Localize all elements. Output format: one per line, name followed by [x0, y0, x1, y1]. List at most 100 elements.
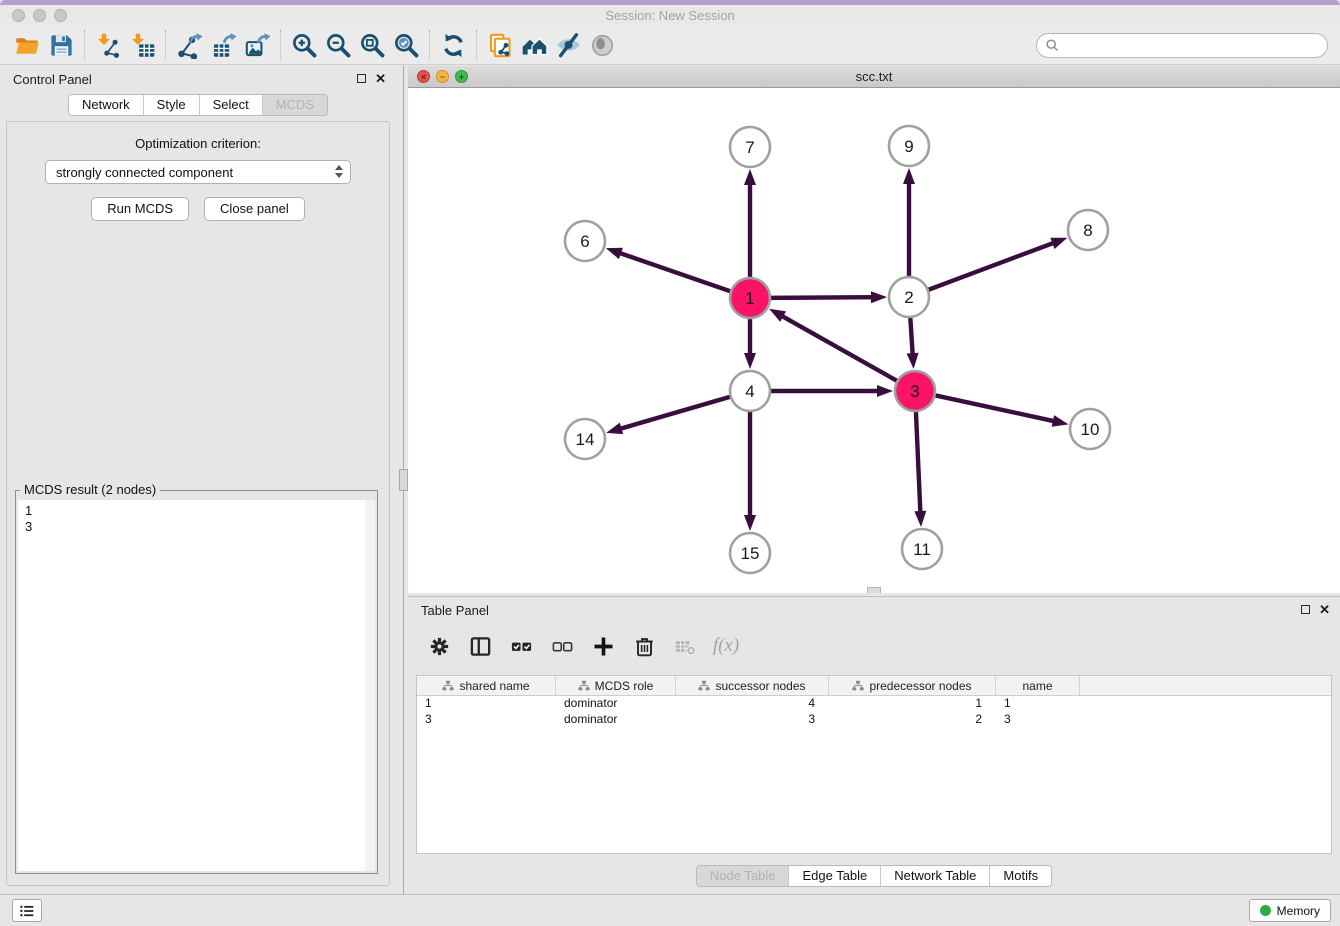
zoom-fit-icon[interactable]: [355, 29, 389, 61]
add-row-icon[interactable]: [590, 633, 616, 659]
refresh-icon[interactable]: [436, 29, 470, 61]
node-table: shared nameMCDS rolesuccessor nodesprede…: [416, 675, 1332, 854]
optimization-criterion-label: Optimization criterion:: [7, 136, 389, 151]
function-builder-icon[interactable]: f(x): [713, 633, 739, 659]
cell-shared-name: 1: [417, 696, 556, 712]
graph-edge-arrowhead: [744, 515, 756, 531]
deselect-all-icon[interactable]: [549, 633, 575, 659]
search-icon: [1045, 38, 1060, 53]
cell-name: 1: [996, 696, 1080, 712]
eye-disabled-icon[interactable]: [585, 29, 619, 61]
tab-style[interactable]: Style: [143, 95, 199, 115]
close-panel-icon[interactable]: ✕: [375, 73, 386, 84]
home-icon[interactable]: [517, 29, 551, 61]
mcds-result-title: MCDS result (2 nodes): [20, 482, 160, 497]
toolbar-separator: [280, 30, 281, 60]
graph-edge-1-6[interactable]: [618, 252, 730, 291]
import-network-icon[interactable]: [91, 29, 125, 61]
tab-network-table[interactable]: Network Table: [880, 866, 989, 886]
graph-edge-1-2[interactable]: [771, 297, 874, 298]
tab-mcds[interactable]: MCDS: [262, 95, 327, 115]
column-layout-icon[interactable]: [467, 633, 493, 659]
cell-MCDS-role: dominator: [556, 712, 676, 728]
control-panel-header: Control Panel ✕: [0, 66, 396, 92]
graph-edge-2-8[interactable]: [929, 242, 1056, 289]
network-canvas[interactable]: 7968124314101511: [408, 88, 1340, 593]
canvas-resize-grip[interactable]: [867, 587, 881, 593]
graph-node-label: 7: [745, 138, 754, 157]
graph-edge-arrowhead: [903, 168, 915, 184]
table-row[interactable]: 1dominator411: [417, 696, 1331, 712]
cell-successor-nodes: 4: [676, 696, 829, 712]
clone-network-icon[interactable]: [483, 29, 517, 61]
hide-eye-icon[interactable]: [551, 29, 585, 61]
graph-node-label: 11: [913, 540, 931, 559]
cell-predecessor-nodes: 1: [829, 696, 996, 712]
select-all-icon[interactable]: [508, 633, 534, 659]
control-panel-title: Control Panel: [13, 72, 92, 87]
column-header-shared-name[interactable]: shared name: [417, 676, 556, 695]
settings-icon[interactable]: [426, 633, 452, 659]
graph-node-label: 15: [741, 544, 760, 563]
zoom-selected-icon[interactable]: [389, 29, 423, 61]
mcds-result-line: 1: [25, 503, 364, 519]
table-tabs: Node TableEdge TableNetwork TableMotifs: [408, 865, 1340, 887]
close-panel-button[interactable]: Close panel: [204, 197, 305, 221]
run-mcds-button[interactable]: Run MCDS: [91, 197, 189, 221]
open-session-icon[interactable]: [10, 29, 44, 61]
memory-button[interactable]: Memory: [1249, 899, 1331, 922]
toolbar-separator: [476, 30, 477, 60]
graph-edge-3-1[interactable]: [780, 315, 896, 381]
graph-edge-arrowhead: [769, 309, 786, 322]
save-session-icon[interactable]: [44, 29, 78, 61]
optimization-criterion-select[interactable]: strongly connected component: [45, 160, 351, 184]
graph-edge-arrowhead: [1050, 238, 1067, 249]
toolbar-separator: [429, 30, 430, 60]
divider-grip[interactable]: [399, 469, 408, 491]
mcds-result-line: 3: [25, 519, 364, 535]
zoom-out-icon[interactable]: [321, 29, 355, 61]
zoom-in-icon[interactable]: [287, 29, 321, 61]
app-window: Session: New Session Control Panel ✕ Net…: [0, 0, 1340, 926]
network-frame: × − + scc.txt 7968124314101511: [408, 66, 1340, 593]
search-input[interactable]: [1060, 38, 1327, 53]
window-title: Session: New Session: [0, 8, 1340, 23]
tab-edge-table[interactable]: Edge Table: [788, 866, 880, 886]
result-scrollbar[interactable]: [364, 500, 375, 871]
delete-table-icon[interactable]: [672, 633, 698, 659]
mcds-result-text[interactable]: 13: [18, 500, 364, 871]
task-history-button[interactable]: [12, 899, 42, 922]
export-network-icon[interactable]: [172, 29, 206, 61]
tab-node-table[interactable]: Node Table: [697, 866, 789, 886]
graph-edge-3-10[interactable]: [936, 395, 1056, 421]
search-box: [1036, 33, 1328, 58]
export-image-icon[interactable]: [240, 29, 274, 61]
tab-network[interactable]: Network: [69, 95, 143, 115]
column-header-MCDS-role[interactable]: MCDS role: [556, 676, 676, 695]
mcds-result-group: MCDS result (2 nodes) 13: [15, 490, 378, 874]
cell-MCDS-role: dominator: [556, 696, 676, 712]
graph-edge-4-14[interactable]: [619, 397, 730, 429]
column-header-predecessor-nodes[interactable]: predecessor nodes: [829, 676, 996, 695]
column-header-successor-nodes[interactable]: successor nodes: [676, 676, 829, 695]
graph-edge-arrowhead: [877, 385, 893, 397]
import-table-icon[interactable]: [125, 29, 159, 61]
network-titlebar[interactable]: × − + scc.txt: [408, 66, 1340, 88]
delete-row-icon[interactable]: [631, 633, 657, 659]
graph-node-label: 9: [904, 137, 913, 156]
column-header-name[interactable]: name: [996, 676, 1080, 695]
control-panel-tabs: NetworkStyleSelectMCDS: [0, 94, 396, 116]
graph-edge-2-3[interactable]: [910, 318, 912, 356]
graph-edge-3-11[interactable]: [916, 412, 921, 514]
control-panel: Control Panel ✕ NetworkStyleSelectMCDS O…: [0, 66, 396, 894]
table-row[interactable]: 3dominator323: [417, 712, 1331, 728]
table-panel-title: Table Panel: [421, 603, 489, 618]
tab-motifs[interactable]: Motifs: [989, 866, 1051, 886]
export-table-icon[interactable]: [206, 29, 240, 61]
float-table-panel-icon[interactable]: [1301, 605, 1310, 614]
float-panel-icon[interactable]: [357, 74, 366, 83]
close-table-panel-icon[interactable]: ✕: [1319, 604, 1330, 615]
toolbar-separator: [84, 30, 85, 60]
tab-select[interactable]: Select: [199, 95, 262, 115]
graph-edge-arrowhead: [744, 353, 756, 369]
